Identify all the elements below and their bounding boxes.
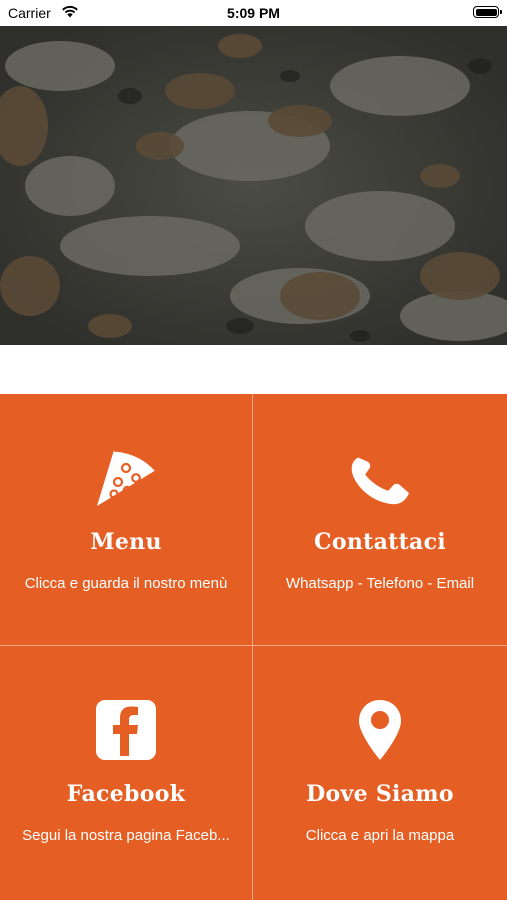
tile-subtitle: Clicca e guarda il nostro menù: [24, 575, 228, 592]
location-pin-icon: [253, 698, 507, 762]
hero-image: [0, 26, 507, 345]
tile-subtitle: Clicca e apri la mappa: [305, 827, 455, 844]
tile-contattaci[interactable]: Contattaci Whatsapp - Telefono - Email: [253, 394, 507, 646]
menu-grid: Menu Clicca e guarda il nostro menù Cont…: [0, 394, 507, 900]
tile-title: Contattaci: [314, 529, 446, 555]
status-time: 5:09 PM: [227, 5, 280, 21]
tile-title: Facebook: [66, 781, 186, 807]
tile-title: Menu: [90, 529, 162, 555]
tile-menu[interactable]: Menu Clicca e guarda il nostro menù: [0, 394, 253, 646]
tile-facebook[interactable]: Facebook Segui la nostra pagina Faceb...: [0, 646, 253, 900]
facebook-icon: [0, 698, 252, 762]
status-bar: Carrier 5:09 PM: [0, 0, 507, 26]
tile-dove-siamo[interactable]: Dove Siamo Clicca e apri la mappa: [253, 646, 507, 900]
pizza-slice-icon: [0, 446, 252, 510]
battery-icon: [473, 6, 502, 18]
phone-icon: [253, 446, 507, 510]
tile-subtitle: Whatsapp - Telefono - Email: [285, 575, 475, 592]
tile-subtitle: Segui la nostra pagina Faceb...: [22, 827, 230, 844]
tile-title: Dove Siamo: [306, 781, 454, 807]
